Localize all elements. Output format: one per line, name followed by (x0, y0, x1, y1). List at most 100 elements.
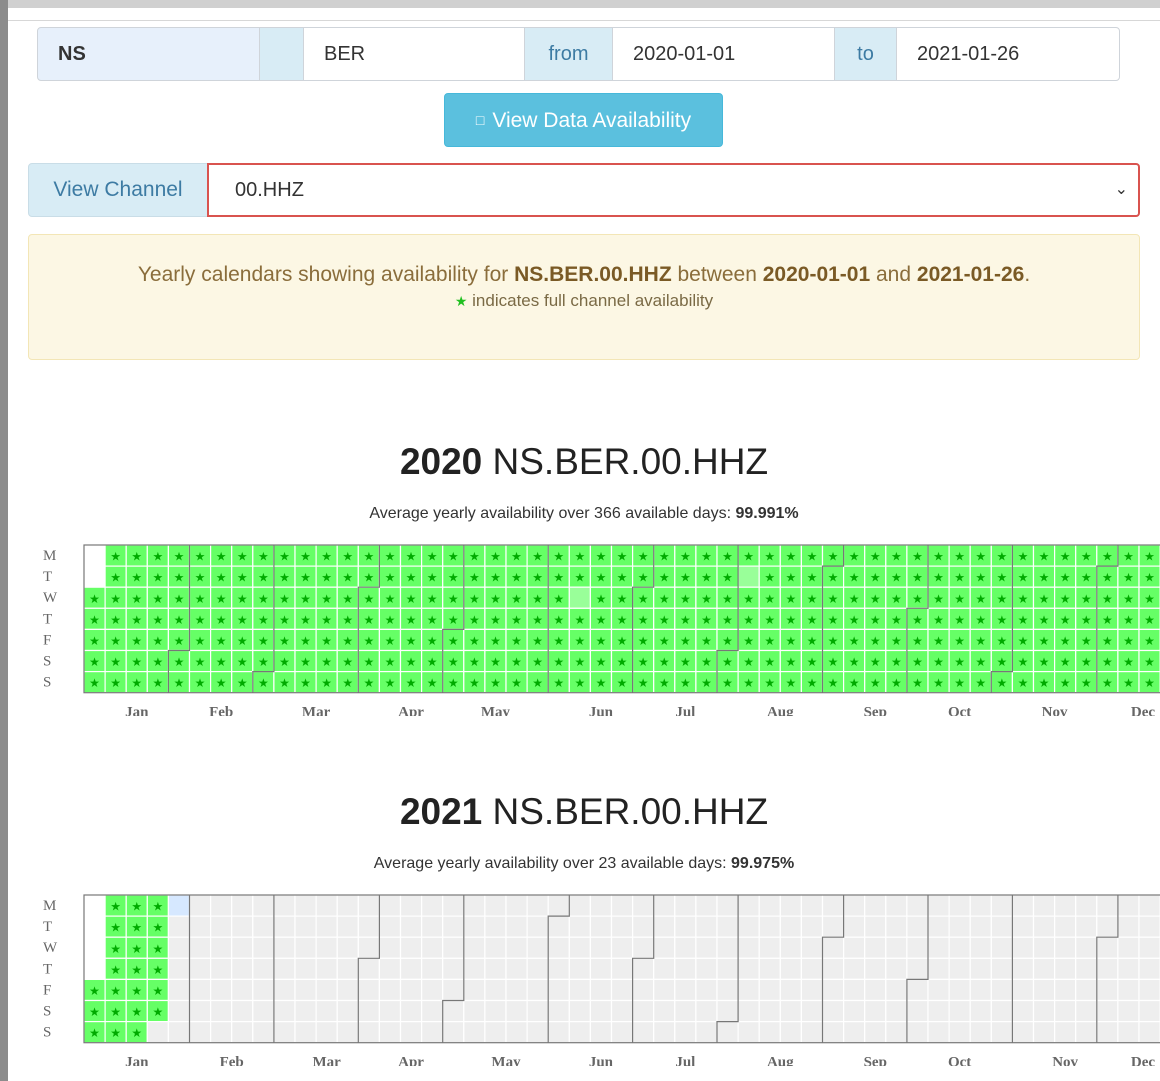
day-cell[interactable] (421, 978, 444, 1002)
day-cell[interactable] (821, 999, 845, 1023)
day-cell[interactable] (378, 936, 402, 959)
day-cell[interactable] (252, 999, 275, 1023)
day-cell[interactable] (589, 915, 613, 938)
day-cell[interactable] (1096, 957, 1119, 981)
day-cell[interactable] (716, 978, 739, 1002)
day-cell[interactable] (526, 999, 549, 1023)
day-cell[interactable] (589, 999, 613, 1023)
day-cell[interactable] (589, 957, 613, 981)
day-cell[interactable] (547, 915, 570, 938)
day-cell[interactable] (231, 894, 254, 917)
day-cell[interactable] (315, 957, 338, 981)
day-cell[interactable] (589, 1021, 613, 1044)
day-cell[interactable] (252, 936, 275, 959)
day-cell[interactable] (716, 936, 739, 959)
day-cell[interactable] (842, 915, 866, 938)
day-cell[interactable] (484, 915, 507, 938)
day-cell[interactable] (399, 1021, 423, 1044)
day-cell[interactable] (610, 957, 634, 981)
day-cell[interactable] (737, 894, 760, 917)
day-cell[interactable] (210, 936, 233, 959)
day-cell[interactable] (294, 936, 317, 959)
day-cell[interactable] (1032, 957, 1056, 981)
day-cell[interactable] (885, 936, 908, 959)
day-cell[interactable] (357, 894, 380, 917)
day-cell[interactable] (294, 957, 317, 981)
day-cell[interactable] (1032, 936, 1056, 959)
day-cell[interactable] (927, 1021, 950, 1044)
day-cell[interactable] (1138, 978, 1160, 1002)
day-cell[interactable] (463, 1021, 486, 1044)
day-cell[interactable] (188, 936, 212, 959)
day-cell[interactable] (969, 999, 992, 1023)
day-cell[interactable] (631, 1021, 655, 1044)
day-cell[interactable] (1138, 1021, 1160, 1044)
day-cell[interactable] (695, 894, 718, 917)
day-cell[interactable] (188, 957, 212, 981)
day-cell[interactable] (758, 894, 781, 917)
day-cell[interactable] (631, 978, 655, 1002)
day-cell[interactable] (990, 894, 1013, 917)
day-cell[interactable] (273, 936, 296, 959)
day-cell[interactable] (1053, 915, 1077, 938)
day-cell[interactable] (758, 1021, 781, 1044)
day-cell[interactable] (969, 915, 992, 938)
day-cell[interactable] (653, 894, 676, 917)
start-date-input[interactable]: 2020-01-01 (612, 27, 835, 81)
day-cell[interactable] (210, 978, 233, 1002)
end-date-input[interactable]: 2021-01-26 (896, 27, 1120, 81)
day-cell[interactable] (273, 999, 296, 1023)
day-cell[interactable] (378, 957, 402, 981)
day-cell[interactable] (1138, 999, 1160, 1023)
day-cell[interactable] (653, 957, 676, 981)
day-cell[interactable] (927, 894, 950, 917)
day-cell[interactable] (1011, 936, 1035, 959)
day-cell[interactable] (800, 936, 824, 959)
day-cell[interactable] (1053, 936, 1077, 959)
day-cell[interactable] (653, 978, 676, 1002)
day-cell[interactable] (1117, 936, 1140, 959)
day-cell[interactable] (948, 894, 971, 917)
day-cell[interactable] (927, 957, 950, 981)
day-cell[interactable] (1075, 915, 1098, 938)
day-cell[interactable] (336, 936, 359, 959)
day-cell[interactable] (1138, 915, 1160, 938)
day-cell[interactable] (252, 894, 275, 917)
day-cell[interactable] (167, 999, 191, 1023)
day-cell[interactable] (800, 957, 824, 981)
day-cell[interactable] (779, 936, 802, 959)
day-cell[interactable] (526, 894, 549, 917)
day-cell[interactable] (948, 957, 971, 981)
day-cell[interactable] (568, 978, 591, 1002)
day-cell[interactable] (779, 894, 802, 917)
day-cell[interactable] (505, 936, 528, 959)
day-cell[interactable] (631, 999, 655, 1023)
day-cell[interactable] (252, 978, 275, 1002)
day-cell[interactable] (315, 978, 338, 1002)
day-cell[interactable] (800, 978, 824, 1002)
day-cell[interactable] (442, 999, 465, 1023)
day-cell[interactable] (421, 915, 444, 938)
day-cell[interactable] (758, 999, 781, 1023)
day-cell[interactable] (610, 915, 634, 938)
day-cell[interactable] (421, 999, 444, 1023)
day-cell[interactable] (526, 957, 549, 981)
day-cell[interactable] (885, 894, 908, 917)
day-cell[interactable] (906, 999, 929, 1023)
day-cell[interactable] (188, 915, 212, 938)
day-cell[interactable] (1096, 936, 1119, 959)
day-cell[interactable] (800, 894, 824, 917)
day-cell[interactable] (589, 894, 613, 917)
day-cell[interactable] (167, 978, 191, 1002)
day-cell[interactable] (378, 1021, 402, 1044)
day-cell[interactable] (631, 957, 655, 981)
day-cell[interactable] (737, 957, 760, 981)
day-cell[interactable] (821, 957, 845, 981)
day-cell[interactable] (231, 957, 254, 981)
day-cell[interactable] (842, 936, 866, 959)
day-cell[interactable] (610, 1021, 634, 1044)
day-cell[interactable] (758, 978, 781, 1002)
day-cell[interactable] (864, 957, 887, 981)
day-cell[interactable] (695, 978, 718, 1002)
day-cell[interactable] (378, 978, 402, 1002)
